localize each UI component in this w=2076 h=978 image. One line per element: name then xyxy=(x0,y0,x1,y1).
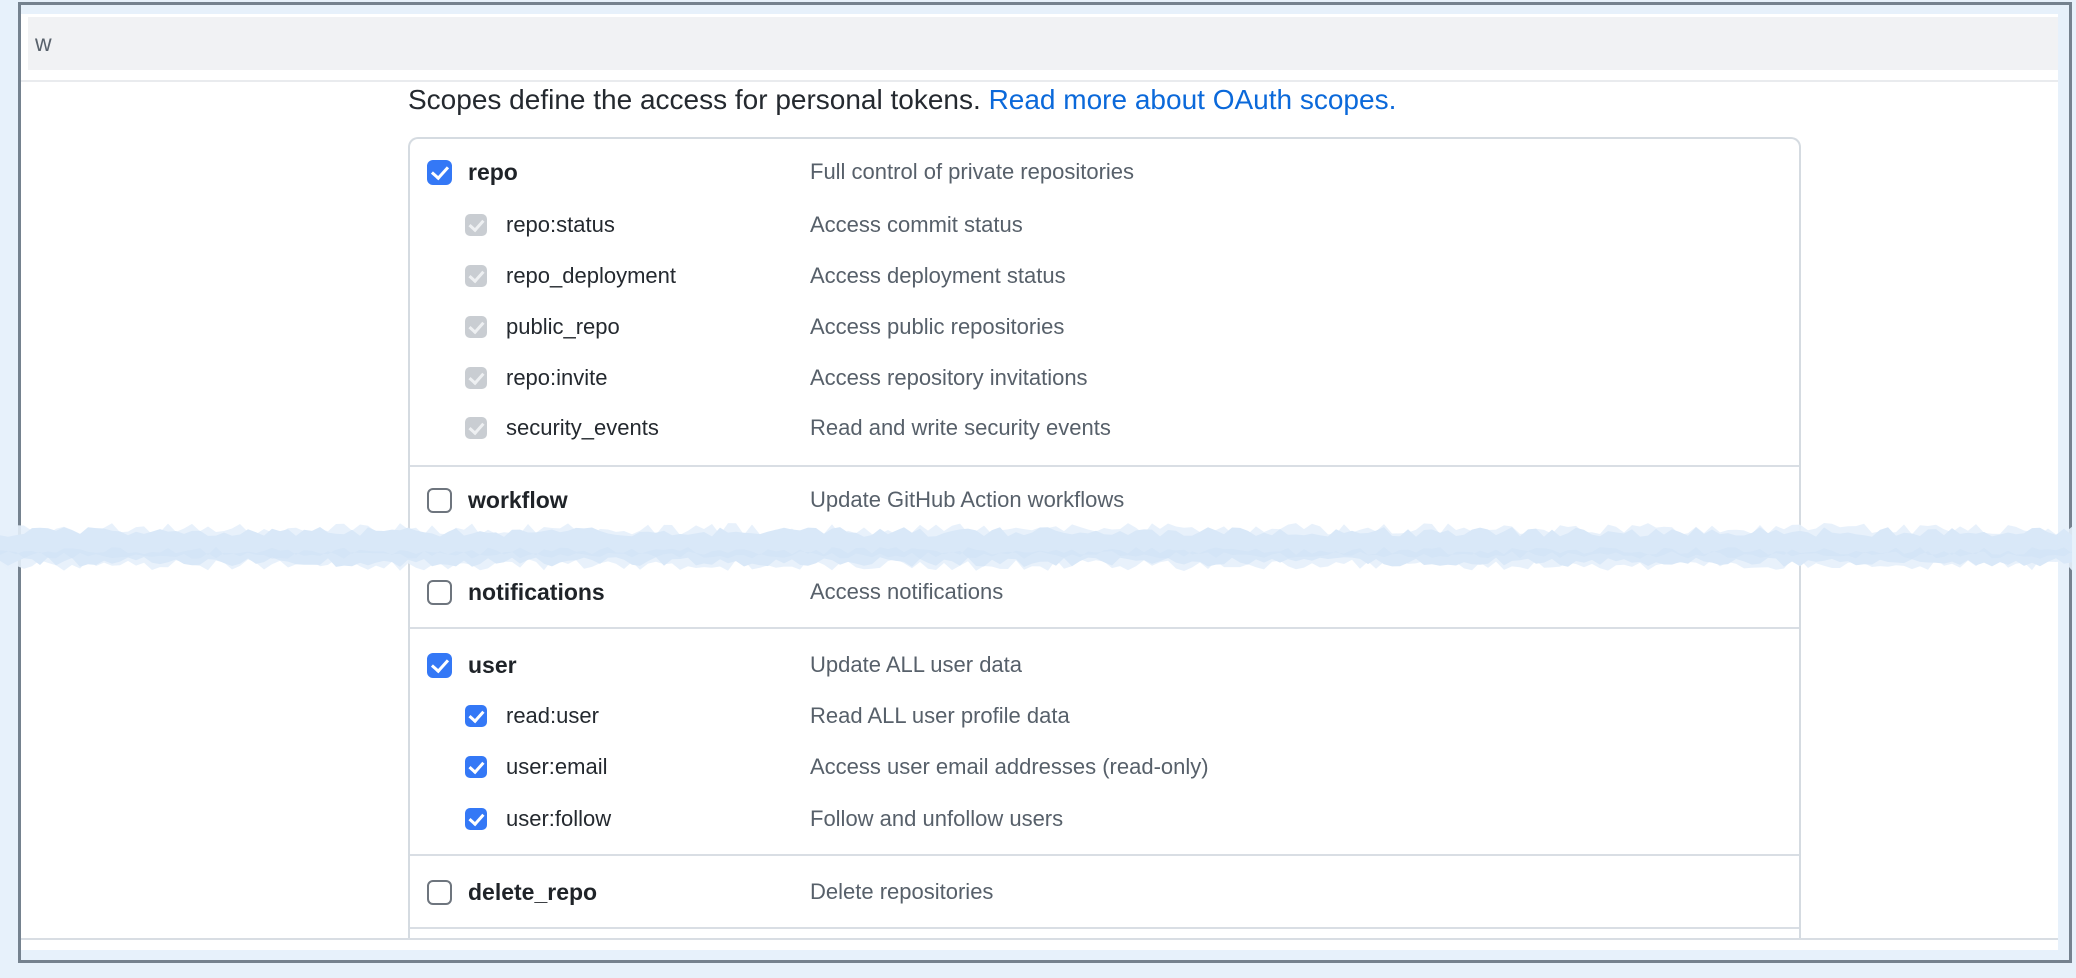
scope-label: repo_deployment xyxy=(506,263,676,289)
user:follow-checkbox[interactable] xyxy=(465,808,487,830)
scope-description: Read and write security events xyxy=(810,415,1111,441)
scope-description: Access user email addresses (read-only) xyxy=(810,754,1209,780)
checkmark-icon xyxy=(468,266,484,282)
scopes-intro-text: Scopes define the access for personal to… xyxy=(408,84,1396,116)
header-divider xyxy=(21,80,2058,82)
checkmark-icon xyxy=(468,368,484,384)
scope-row-delete_repo: delete_repo Delete repositories xyxy=(410,866,1799,918)
scope-description: Access notifications xyxy=(810,579,1003,605)
scope-label: workflow xyxy=(468,487,568,514)
scope-label: public_repo xyxy=(506,314,620,340)
scope-description: Follow and unfollow users xyxy=(810,806,1063,832)
scope-description: Read ALL user profile data xyxy=(810,703,1070,729)
scope-row-repo_deployment: repo_deployment Access deployment status xyxy=(410,250,1799,302)
notifications-checkbox[interactable] xyxy=(427,580,452,605)
scope-row-repo: repo Full control of private repositories xyxy=(410,146,1799,198)
scope-description: Access commit status xyxy=(810,212,1023,238)
scope-row-user: user Update ALL user data xyxy=(410,639,1799,691)
checkmark-icon xyxy=(468,419,484,435)
repo:invite-checkbox[interactable] xyxy=(465,367,487,389)
note-input[interactable]: w xyxy=(28,17,2058,70)
repo_deployment-checkbox[interactable] xyxy=(465,265,487,287)
note-input-value: w xyxy=(35,30,52,57)
scope-description: Access repository invitations xyxy=(810,365,1088,391)
checkmark-icon xyxy=(468,758,484,774)
scope-label: repo:status xyxy=(506,212,615,238)
scope-group-divider xyxy=(410,854,1799,856)
checkmark-icon xyxy=(430,654,448,673)
repo:status-checkbox[interactable] xyxy=(465,214,487,236)
security_events-checkbox[interactable] xyxy=(465,417,487,439)
user:email-checkbox[interactable] xyxy=(465,756,487,778)
scope-label: user:follow xyxy=(506,806,611,832)
scope-label: notifications xyxy=(468,579,605,606)
scope-row-notifications: notifications Access notifications xyxy=(410,566,1799,618)
scope-label: user:email xyxy=(506,754,607,780)
scope-row-read:user: read:user Read ALL user profile data xyxy=(410,690,1799,742)
scope-row-user:email: user:email Access user email addresses (r… xyxy=(410,741,1799,793)
scope-row-security_events: security_events Read and write security e… xyxy=(410,402,1799,454)
repo-checkbox[interactable] xyxy=(427,160,452,185)
scope-row-user:follow: user:follow Follow and unfollow users xyxy=(410,793,1799,845)
scope-description: Access deployment status xyxy=(810,263,1066,289)
scope-label: repo xyxy=(468,159,518,186)
checkmark-icon xyxy=(468,216,484,232)
page-bottom-divider xyxy=(21,938,2058,940)
public_repo-checkbox[interactable] xyxy=(465,316,487,338)
delete_repo-checkbox[interactable] xyxy=(427,880,452,905)
scope-label: read:user xyxy=(506,703,599,729)
workflow-checkbox[interactable] xyxy=(427,488,452,513)
scope-row-repo:invite: repo:invite Access repository invitations xyxy=(410,352,1799,404)
scopes-box: repo Full control of private repositories… xyxy=(408,137,1801,939)
checkmark-icon xyxy=(468,707,484,723)
scope-group-divider xyxy=(410,627,1799,629)
oauth-scopes-link[interactable]: Read more about OAuth scopes. xyxy=(989,84,1397,115)
checkmark-icon xyxy=(468,317,484,333)
scope-label: security_events xyxy=(506,415,659,441)
intro-static-text: Scopes define the access for personal to… xyxy=(408,84,989,115)
scope-row-public_repo: public_repo Access public repositories xyxy=(410,301,1799,353)
scope-description: Update GitHub Action workflows xyxy=(810,487,1124,513)
scope-description: Update ALL user data xyxy=(810,652,1022,678)
scope-label: delete_repo xyxy=(468,879,597,906)
scope-description: Full control of private repositories xyxy=(810,159,1134,185)
checkmark-icon xyxy=(430,161,448,180)
scope-label: user xyxy=(468,652,517,679)
scope-description: Access public repositories xyxy=(810,314,1064,340)
screenshot-root: { "note_field": { "value": "w" }, "intro… xyxy=(0,0,2076,978)
scope-group-divider xyxy=(410,465,1799,467)
scope-label: repo:invite xyxy=(506,365,608,391)
read:user-checkbox[interactable] xyxy=(465,705,487,727)
checkmark-icon xyxy=(468,810,484,826)
scope-description: Delete repositories xyxy=(810,879,993,905)
scope-row-repo:status: repo:status Access commit status xyxy=(410,199,1799,251)
user-checkbox[interactable] xyxy=(427,653,452,678)
scope-row-workflow: workflow Update GitHub Action workflows xyxy=(410,474,1799,526)
scope-group-divider xyxy=(410,927,1799,929)
page-content: w Scopes define the access for personal … xyxy=(21,14,2058,950)
